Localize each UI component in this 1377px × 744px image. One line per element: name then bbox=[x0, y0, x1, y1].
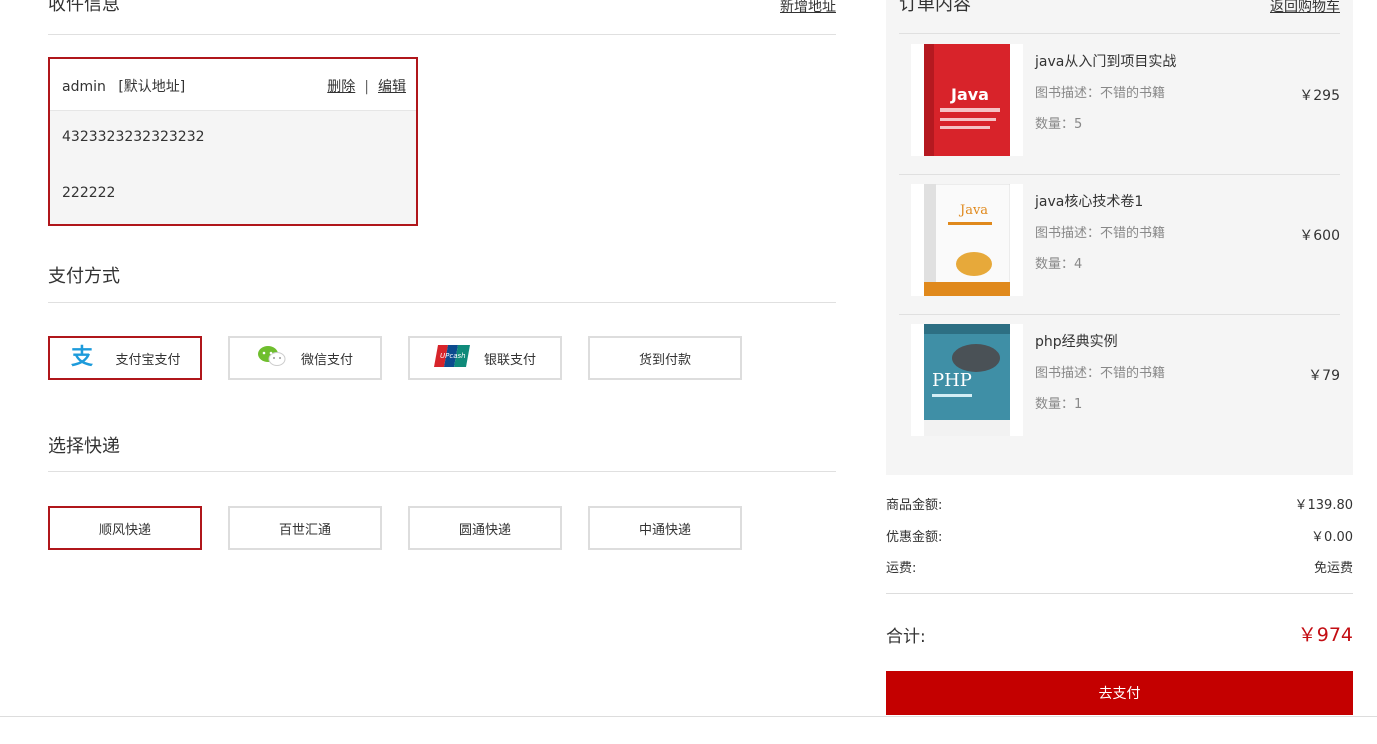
shipping-section-title: 选择快递 bbox=[48, 436, 120, 457]
svg-text:PHP: PHP bbox=[932, 370, 972, 391]
address-card[interactable]: admin [默认地址] 删除 | 编辑 4323323232323232 2222… bbox=[48, 57, 418, 226]
payment-option-label: 货到付款 bbox=[638, 352, 691, 368]
shipping-option-best[interactable]: 百世汇通 bbox=[228, 506, 382, 550]
address-phone: 4323323232323232 bbox=[62, 129, 205, 145]
alipay-icon: 支 bbox=[69, 343, 101, 373]
item-quantity: 数量：1 bbox=[1035, 397, 1083, 412]
order-header: 订单内容 返回购物车 bbox=[899, 0, 1340, 34]
address-card-header: admin [默认地址] 删除 | 编辑 bbox=[50, 59, 416, 111]
order-item: Java java核心技术卷1 图书描述：不错的书籍 数量：4 ￥600 bbox=[899, 174, 1340, 315]
order-contents-panel: 订单内容 返回购物车 Java java从入门到项目实战 图书描述：不错的书籍 … bbox=[886, 0, 1353, 475]
default-address-tag: [默认地址] bbox=[118, 79, 186, 95]
item-quantity: 数量：5 bbox=[1035, 117, 1083, 132]
discount-value: ￥0.00 bbox=[1311, 530, 1353, 545]
payment-option-label: 银联支付 bbox=[483, 352, 536, 368]
unionpay-icon: UPcash bbox=[433, 345, 470, 371]
discount-label: 优惠金额: bbox=[886, 530, 943, 545]
payment-section-header: 支付方式 bbox=[48, 262, 836, 303]
total-value: ￥974 bbox=[1297, 624, 1353, 646]
action-separator: | bbox=[364, 79, 369, 95]
address-actions: 删除 | 编辑 bbox=[327, 76, 406, 96]
shipping-option-label: 顺风快递 bbox=[98, 522, 151, 538]
wechat-icon bbox=[257, 344, 287, 372]
payment-option-wechat[interactable]: 微信支付 bbox=[228, 336, 382, 380]
goods-amount-value: ￥139.80 bbox=[1294, 498, 1354, 513]
goods-amount-label: 商品金额: bbox=[886, 498, 943, 513]
item-description: 图书描述：不错的书籍 bbox=[1035, 226, 1166, 241]
item-price: ￥79 bbox=[1308, 368, 1340, 384]
edit-address-link[interactable]: 编辑 bbox=[378, 79, 406, 95]
recipient-name: admin bbox=[62, 79, 106, 95]
svg-text:支: 支 bbox=[71, 345, 94, 369]
item-price: ￥295 bbox=[1299, 88, 1340, 104]
item-description: 图书描述：不错的书籍 bbox=[1035, 86, 1166, 101]
order-title: 订单内容 bbox=[899, 0, 971, 15]
shipping-fee-value: 免运费 bbox=[1313, 561, 1353, 576]
book-cover-image: Java bbox=[911, 44, 1023, 156]
item-price: ￥600 bbox=[1299, 228, 1340, 244]
order-item: Java java从入门到项目实战 图书描述：不错的书籍 数量：5 ￥295 bbox=[899, 34, 1340, 175]
pay-button[interactable]: 去支付 bbox=[886, 671, 1353, 715]
book-cover-image: Java bbox=[911, 184, 1023, 296]
svg-text:Java: Java bbox=[950, 85, 989, 104]
shipping-section-header: 选择快递 bbox=[48, 432, 836, 472]
order-item: PHP php经典实例 图书描述：不错的书籍 数量：1 ￥79 bbox=[899, 314, 1340, 454]
payment-option-unionpay[interactable]: UPcash 银联支付 bbox=[408, 336, 562, 380]
page-bottom-divider bbox=[0, 716, 1377, 717]
add-address-link[interactable]: 新增地址 bbox=[780, 0, 836, 16]
svg-text:UPcash: UPcash bbox=[440, 352, 466, 360]
address-section-title: 收件信息 bbox=[48, 0, 120, 15]
address-card-body: 4323323232323232 222222 bbox=[50, 111, 416, 224]
shipping-option-label: 圆通快递 bbox=[458, 522, 511, 538]
payment-section-title: 支付方式 bbox=[48, 266, 120, 287]
item-description: 图书描述：不错的书籍 bbox=[1035, 366, 1166, 381]
checkout-left-column: 收件信息 新增地址 admin [默认地址] 删除 | 编辑 43233232323… bbox=[48, 0, 836, 550]
delete-address-link[interactable]: 删除 bbox=[327, 79, 355, 95]
payment-option-label: 微信支付 bbox=[300, 352, 353, 368]
shipping-option-zto[interactable]: 中通快递 bbox=[588, 506, 742, 550]
item-name[interactable]: php经典实例 bbox=[1035, 331, 1118, 351]
shipping-option-sf[interactable]: 顺风快递 bbox=[48, 506, 202, 550]
address-detail: 222222 bbox=[62, 185, 116, 201]
payment-option-cod[interactable]: 货到付款 bbox=[588, 336, 742, 380]
address-section-header: 收件信息 新增地址 bbox=[48, 0, 836, 35]
svg-text:Java: Java bbox=[958, 203, 988, 218]
address-recipient: admin [默认地址] bbox=[62, 76, 185, 96]
shipping-fee-label: 运费: bbox=[886, 561, 917, 576]
item-name[interactable]: java从入门到项目实战 bbox=[1035, 51, 1176, 71]
shipping-option-label: 百世汇通 bbox=[278, 522, 331, 538]
payment-option-alipay[interactable]: 支 支付宝支付 bbox=[48, 336, 202, 380]
total-label: 合计: bbox=[886, 627, 926, 647]
payment-option-label: 支付宝支付 bbox=[115, 352, 181, 368]
item-quantity: 数量：4 bbox=[1035, 257, 1083, 272]
summary-divider bbox=[886, 593, 1353, 594]
item-name[interactable]: java核心技术卷1 bbox=[1035, 191, 1143, 211]
shipping-option-label: 中通快递 bbox=[638, 522, 691, 538]
back-to-cart-link[interactable]: 返回购物车 bbox=[1270, 0, 1340, 16]
shipping-option-yto[interactable]: 圆通快递 bbox=[408, 506, 562, 550]
book-cover-image: PHP bbox=[911, 324, 1023, 436]
